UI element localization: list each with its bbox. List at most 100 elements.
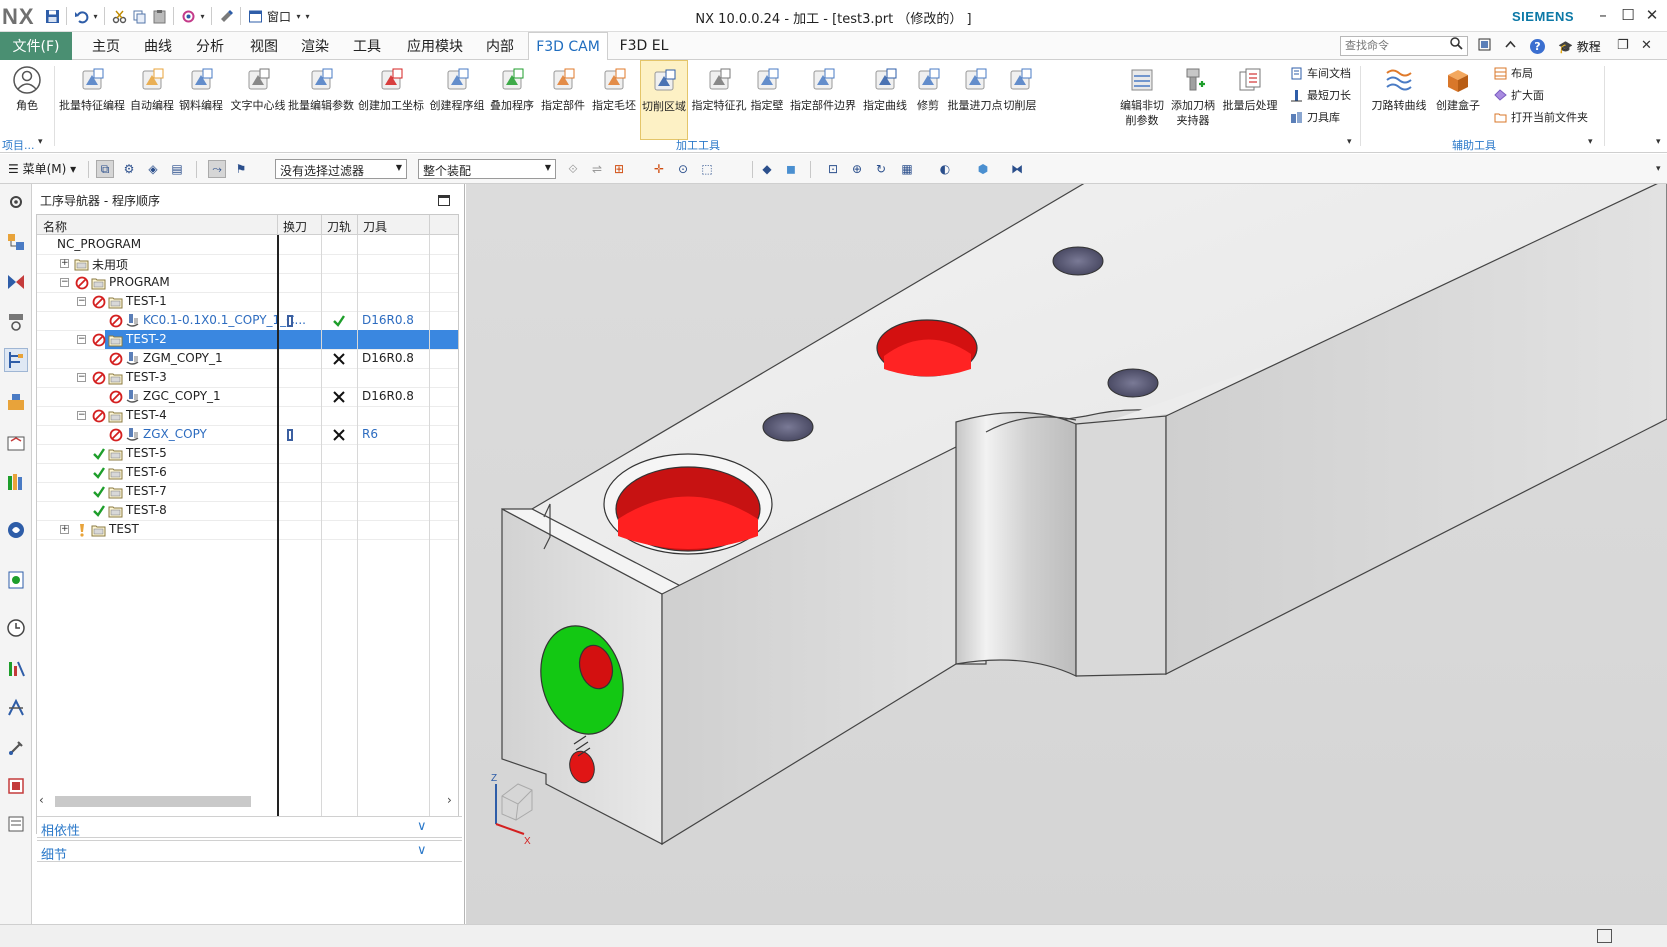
batch-edit-params-button[interactable]: 批量编辑参数 (288, 60, 354, 140)
tab-application[interactable]: 应用模块 (400, 32, 470, 60)
column-toolchange[interactable]: 换刀 (283, 218, 307, 235)
deselect-icon[interactable]: ⇌ (588, 160, 606, 178)
operation-tree[interactable]: 名称 换刀 刀轨 刀具 NC_PROGRAM + 未用项 − PROGRAM − TEST-… (36, 214, 459, 834)
background-icon[interactable]: ⬢ (974, 160, 992, 178)
cut-level-button[interactable]: 切削层 (998, 60, 1042, 140)
role-button[interactable]: 角色 (6, 60, 48, 140)
selection-scope-select[interactable]: 整个装配 ▼ (418, 159, 556, 179)
manufacturing-wizard-icon[interactable] (4, 656, 28, 680)
settings-icon[interactable] (4, 190, 28, 214)
specify-blank-button[interactable]: 指定毛坯 (588, 60, 640, 140)
project-group-label[interactable]: 项目... (2, 137, 35, 153)
collapse-icon[interactable]: − (77, 373, 86, 382)
paste-icon[interactable] (149, 6, 169, 26)
chevron-down-icon[interactable]: ∨ (417, 843, 427, 858)
program-group-row[interactable]: − PROGRAM (37, 273, 458, 293)
history-icon[interactable] (4, 568, 28, 592)
hd3d-tools-icon[interactable] (4, 470, 28, 494)
specify-part-button[interactable]: 指定部件 (538, 60, 588, 140)
scroll-right-icon[interactable]: › (447, 793, 452, 807)
system-materials-icon[interactable] (4, 736, 28, 760)
open-current-folder-button[interactable]: 打开当前文件夹 (1492, 108, 1588, 126)
operation-row[interactable]: ZGX_COPY R6 (37, 425, 458, 445)
repeat-command-icon[interactable] (178, 6, 198, 26)
program-group-row[interactable]: + TEST (37, 520, 458, 540)
constraint-navigator-icon[interactable] (4, 270, 28, 294)
minimize-icon[interactable]: – (1592, 6, 1614, 26)
horizontal-scrollbar[interactable]: ‹ › (37, 792, 460, 810)
reuse-library-icon[interactable] (4, 430, 28, 454)
tab-home[interactable]: 主页 (86, 32, 126, 60)
snap-point-icon[interactable]: ⊞ (610, 160, 628, 178)
window-menu[interactable]: 窗口 (267, 8, 291, 25)
view-orient-icon[interactable]: ▦ (898, 160, 916, 178)
cut-icon[interactable] (109, 6, 129, 26)
copy-icon[interactable] (129, 6, 149, 26)
roles-icon[interactable] (4, 696, 28, 720)
tab-view[interactable]: 视图 (244, 32, 284, 60)
screen-layout-icon[interactable] (1478, 38, 1491, 55)
tool-library-button[interactable]: 刀具库 (1288, 108, 1340, 126)
toolpath-to-curve-button[interactable]: 刀路转曲线 (1368, 60, 1430, 140)
create-program-group-button[interactable]: 创建程序组 (428, 60, 486, 140)
column-path[interactable]: 刀轨 (327, 218, 351, 235)
program-order-view-icon[interactable]: ⧉ (96, 160, 114, 178)
palette-icon[interactable] (4, 812, 28, 836)
program-group-row[interactable]: − TEST-4 (37, 406, 458, 426)
undo-icon[interactable] (71, 6, 91, 26)
arc-center-icon[interactable]: ⊙ (674, 160, 692, 178)
trim-button[interactable]: 修剪 (910, 60, 946, 140)
minimize-doc-icon[interactable]: – (1593, 38, 1600, 53)
process-studio-icon[interactable] (4, 616, 28, 640)
part-model[interactable]: Z X (466, 184, 1667, 924)
root-row[interactable]: NC_PROGRAM (37, 235, 458, 255)
program-group-row[interactable]: TEST-7 (37, 482, 458, 502)
close-icon[interactable]: ✕ (1641, 6, 1663, 26)
steel-programming-button[interactable]: 钢料编程 (176, 60, 226, 140)
shaded-view-icon[interactable]: ◆ (758, 160, 776, 178)
column-name[interactable]: 名称 (43, 218, 67, 235)
cube-view-icon[interactable]: ◼ (782, 160, 800, 178)
tab-analysis[interactable]: 分析 (190, 32, 230, 60)
geometry-view-icon[interactable]: ◈ (144, 160, 162, 178)
edit-non-cutting-params-button[interactable]: 编辑非切 削参数 (1116, 60, 1168, 140)
column-tool[interactable]: 刀具 (363, 218, 387, 235)
auto-programming-button[interactable]: 自动编程 (128, 60, 176, 140)
add-tool-holder-button[interactable]: 添加刀柄 夹持器 (1168, 60, 1218, 140)
machine-tool-navigator-icon[interactable] (4, 390, 28, 414)
operation-row[interactable]: ZGM_COPY_1 D16R0.8 (37, 349, 458, 369)
command-search-input[interactable] (1340, 36, 1468, 56)
system-scenes-icon[interactable] (4, 774, 28, 798)
chevron-down-icon[interactable]: ∨ (417, 819, 427, 834)
select-rect-icon[interactable]: ⬚ (698, 160, 716, 178)
touch-mode-icon[interactable] (216, 6, 236, 26)
tab-f3d-cam[interactable]: F3D CAM (528, 32, 608, 61)
help-icon[interactable]: ? (1530, 39, 1545, 54)
rotate-icon[interactable]: ↻ (872, 160, 890, 178)
scroll-thumb[interactable] (55, 796, 251, 807)
expand-icon[interactable]: + (60, 259, 69, 268)
scroll-left-icon[interactable]: ‹ (39, 793, 44, 807)
save-icon[interactable] (42, 6, 62, 26)
batch-feature-programming-button[interactable]: 批量特征编程 (59, 60, 125, 140)
render-style-icon[interactable]: ◐ (936, 160, 954, 178)
batch-engage-point-button[interactable]: 批量进刀点 (948, 60, 1003, 140)
fit-icon[interactable]: ⊡ (824, 160, 842, 178)
text-centerline-button[interactable]: 文字中心线 (230, 60, 286, 140)
operation-row[interactable]: ZGC_COPY_1 D16R0.8 (37, 387, 458, 407)
batch-post-button[interactable]: 批量后处理 (1220, 60, 1280, 140)
tab-curve[interactable]: 曲线 (138, 32, 178, 60)
select-all-icon[interactable]: ⟐ (564, 160, 582, 178)
collapse-icon[interactable]: − (60, 278, 69, 287)
specify-feature-hole-button[interactable]: 指定特征孔 (690, 60, 748, 140)
shop-doc-button[interactable]: 车间文档 (1288, 64, 1351, 82)
details-panel[interactable]: 细节 ∨ (37, 840, 462, 863)
expand-icon[interactable]: + (60, 525, 69, 534)
maximize-icon[interactable]: ☐ (1617, 6, 1639, 26)
edit-section-icon[interactable]: ⧓ (1008, 160, 1026, 178)
internet-browser-icon[interactable] (4, 518, 28, 542)
restore-doc-icon[interactable]: ❐ (1617, 38, 1629, 53)
tab-render[interactable]: 渲染 (295, 32, 335, 60)
create-mcs-button[interactable]: 创建加工坐标 (358, 60, 424, 140)
specify-part-boundary-button[interactable]: 指定部件边界 (790, 60, 856, 140)
